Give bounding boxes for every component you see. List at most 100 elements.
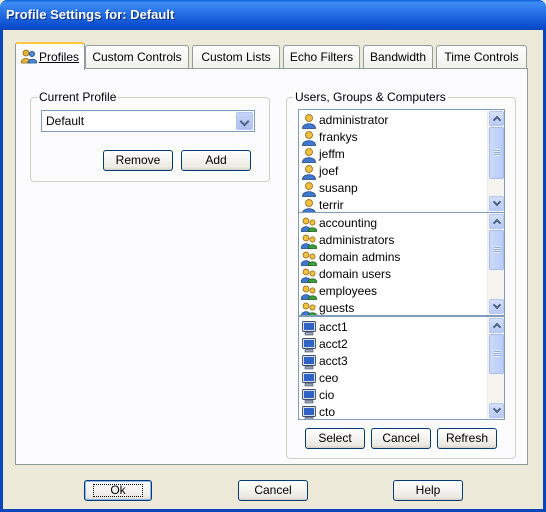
user-icon [301, 181, 317, 197]
list-item[interactable]: administrator [301, 112, 388, 129]
computers-scrollbar[interactable] [487, 317, 504, 419]
computer-icon [301, 388, 317, 404]
add-button-label: Add [205, 153, 227, 167]
list-item-label: administrator [319, 113, 389, 127]
scroll-thumb[interactable] [489, 230, 504, 270]
computer-icon [301, 337, 317, 353]
scroll-down-icon[interactable] [489, 403, 504, 418]
profile-select[interactable]: Default [41, 110, 255, 132]
list-item-label: jeffm [319, 147, 345, 161]
help-button[interactable]: Help [393, 480, 463, 501]
list-item[interactable]: joef [301, 163, 338, 180]
list-item-label: cio [319, 388, 335, 402]
tab-time-controls[interactable]: Time Controls [436, 45, 527, 69]
list-item[interactable]: frankys [301, 129, 358, 146]
list-item-label: susanp [319, 181, 358, 195]
tab-custom-lists-label: Custom Lists [201, 50, 271, 64]
groups-scrollbar[interactable] [487, 213, 504, 315]
chevron-down-icon[interactable] [236, 112, 253, 130]
list-item-label: acct2 [319, 337, 348, 351]
group-icon [300, 267, 318, 283]
tab-echo-filters[interactable]: Echo Filters [283, 45, 360, 69]
group-icon [300, 216, 318, 232]
list-item-label: ceo [319, 371, 339, 385]
users-scrollbar[interactable] [487, 110, 504, 212]
list-item[interactable]: domain admins [300, 249, 401, 266]
list-item[interactable]: terrir [301, 197, 344, 212]
scroll-up-icon[interactable] [489, 111, 504, 126]
select-button[interactable]: Select [305, 428, 365, 449]
computers-list[interactable]: acct1 acct2 acct3 ceo cio cto [298, 316, 505, 420]
select-button-label: Select [318, 431, 352, 445]
cancel-button[interactable]: Cancel [238, 480, 308, 501]
title-bar[interactable]: Profile Settings for: Default [0, 0, 546, 30]
tab-profiles[interactable]: Profiles [15, 42, 85, 70]
refresh-button[interactable]: Refresh [437, 428, 497, 449]
list-item-label: terrir [319, 198, 344, 212]
list-item[interactable]: susanp [301, 180, 358, 197]
list-item-label: accounting [319, 216, 378, 230]
tab-echo-filters-label: Echo Filters [289, 50, 354, 64]
list-item-label: domain users [319, 267, 392, 281]
tab-profiles-label: Profiles [39, 50, 80, 64]
group-icon [300, 284, 318, 300]
window-title: Profile Settings for: Default [6, 7, 175, 22]
list-item-label: acct1 [319, 320, 348, 334]
list-item[interactable]: ceo [301, 370, 338, 387]
tab-time-controls-label: Time Controls [444, 50, 519, 64]
scroll-up-icon[interactable] [489, 318, 504, 333]
list-item-label: employees [319, 284, 378, 298]
scroll-thumb[interactable] [489, 334, 504, 374]
list-item[interactable]: administrators [300, 232, 395, 249]
window-border-left [0, 30, 3, 512]
tab-bandwidth-label: Bandwidth [369, 50, 427, 64]
list-item-label: guests [319, 301, 355, 315]
groups-list[interactable]: accounting administrators domain admins … [298, 212, 505, 316]
tab-custom-lists[interactable]: Custom Lists [192, 45, 280, 69]
add-button[interactable]: Add [181, 150, 251, 171]
list-item-label: acct3 [319, 354, 348, 368]
list-item[interactable]: employees [300, 283, 378, 300]
list-item[interactable]: domain users [300, 266, 392, 283]
computer-icon [301, 371, 317, 387]
scroll-down-icon[interactable] [489, 196, 504, 211]
list-item[interactable]: jeffm [301, 146, 345, 163]
cancel-select-button-label: Cancel [382, 431, 420, 445]
list-item-label: joef [319, 164, 339, 178]
list-item[interactable]: acct3 [301, 353, 348, 370]
scroll-thumb[interactable] [489, 127, 504, 179]
group-icon [300, 233, 318, 249]
computer-icon [301, 354, 317, 370]
group-icon [300, 301, 318, 315]
list-item[interactable]: acct1 [301, 319, 348, 336]
ok-button[interactable]: Ok [84, 480, 152, 501]
group-icon [300, 250, 318, 266]
help-button-label: Help [415, 483, 441, 497]
current-profile-group-label: Current Profile [37, 90, 119, 104]
list-item[interactable]: cto [301, 404, 335, 419]
list-item-label: frankys [319, 130, 358, 144]
refresh-button-label: Refresh [445, 431, 489, 445]
cancel-select-button[interactable]: Cancel [371, 428, 431, 449]
scroll-down-icon[interactable] [489, 299, 504, 314]
list-item-label: domain admins [319, 250, 401, 264]
users-list[interactable]: administrator frankys jeffm joef susanp … [298, 109, 505, 213]
current-profile-group: Current Profile Default Remove Add [30, 90, 270, 182]
list-item[interactable]: accounting [300, 215, 378, 232]
tab-custom-controls-label: Custom Controls [92, 50, 182, 64]
ok-button-label: Ok [90, 481, 145, 500]
remove-button[interactable]: Remove [103, 150, 173, 171]
list-item-label: administrators [319, 233, 395, 247]
computer-icon [301, 320, 317, 336]
list-item[interactable]: cio [301, 387, 334, 404]
user-icon [301, 113, 317, 129]
user-icon [301, 147, 317, 163]
list-item[interactable]: acct2 [301, 336, 348, 353]
tab-bandwidth[interactable]: Bandwidth [363, 45, 433, 69]
cancel-button-label: Cancel [254, 483, 292, 497]
user-icon [301, 198, 317, 212]
tab-custom-controls[interactable]: Custom Controls [85, 45, 189, 69]
list-item[interactable]: guests [300, 300, 355, 315]
scroll-up-icon[interactable] [489, 214, 504, 229]
users-groups-computers-label: Users, Groups & Computers [293, 90, 448, 104]
